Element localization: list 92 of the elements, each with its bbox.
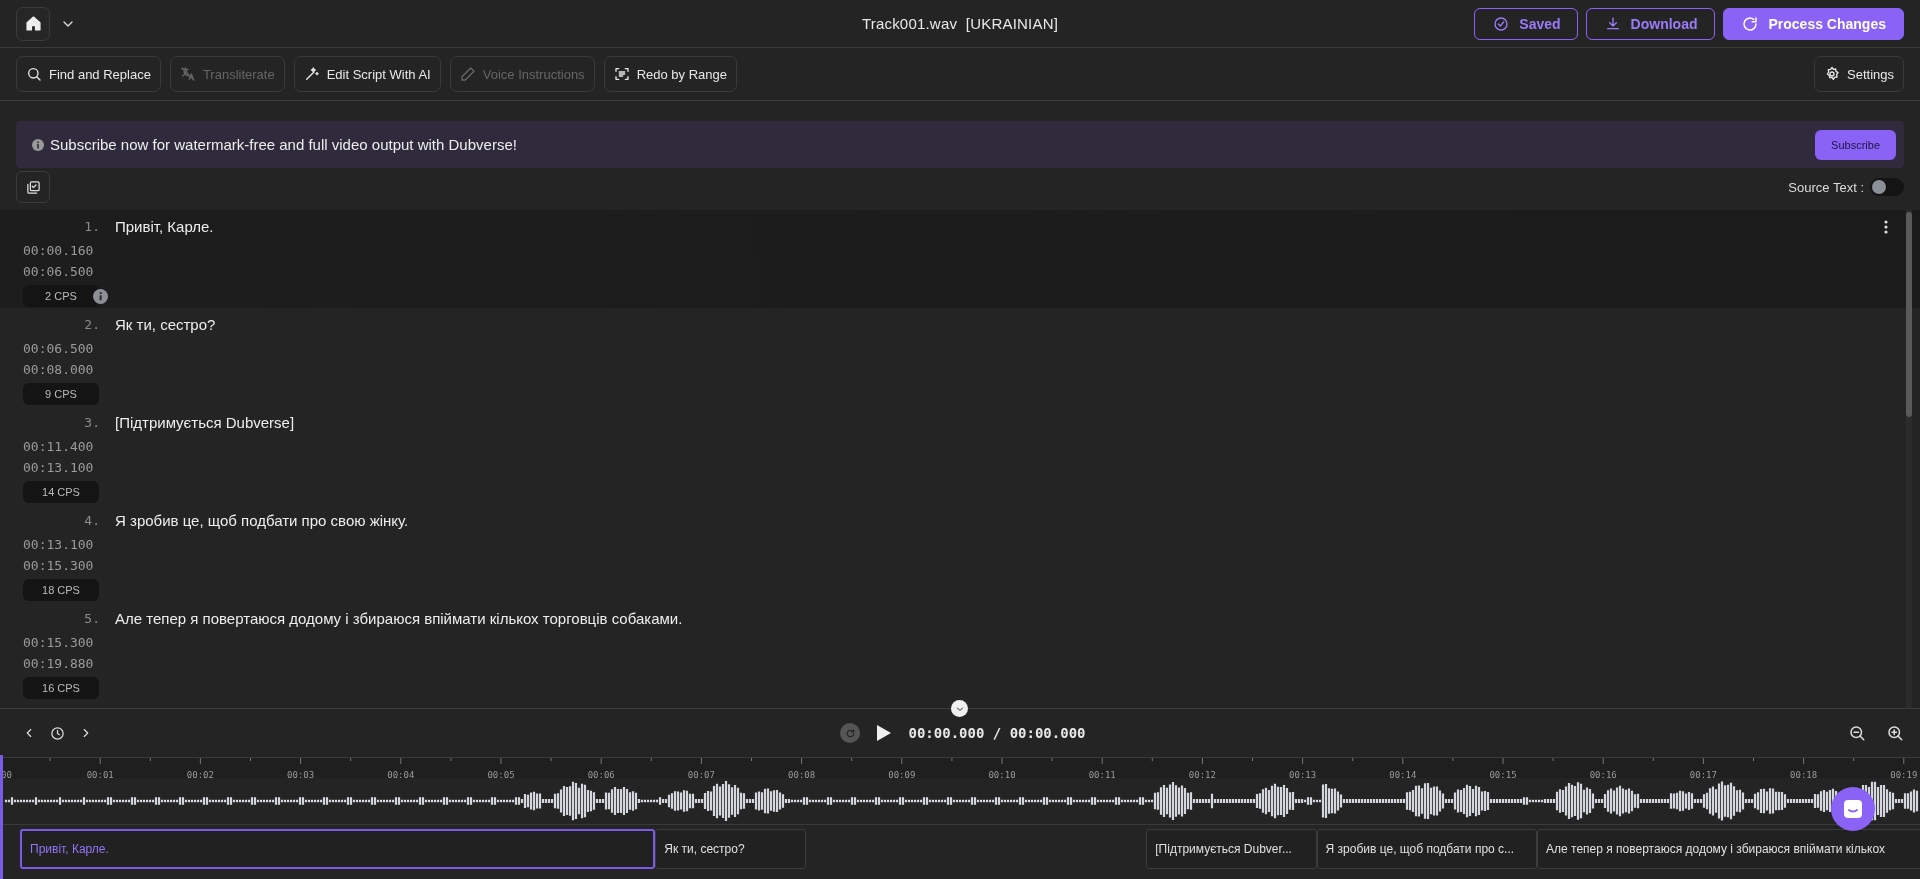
zoom-in-icon: [1886, 724, 1904, 742]
scrollbar[interactable]: [1906, 210, 1912, 708]
time-tick-label: 00:08: [788, 770, 816, 780]
time-tick-label: 00:09: [888, 770, 916, 780]
refresh-icon: [844, 726, 857, 740]
info-icon: [32, 138, 44, 151]
start-time: 00:13.100: [23, 536, 94, 554]
zoom-out-icon: [1848, 724, 1866, 742]
tool-button[interactable]: Edit Script With AI: [293, 56, 441, 92]
segment-number: 3.: [84, 414, 100, 432]
file-title: Track001.wav [UKRAINIAN]: [861, 15, 1059, 32]
cps-badge: 9 CPS: [23, 383, 99, 405]
home-button[interactable]: [16, 6, 50, 41]
info-icon: [93, 289, 108, 304]
time-tick-label: 00:14: [1389, 770, 1417, 780]
time-tick-label: 00:10: [988, 770, 1016, 780]
tool-button[interactable]: Find and Replace: [16, 56, 161, 92]
time-tick-label: 00:03: [287, 770, 315, 780]
collapse-button[interactable]: [951, 700, 968, 717]
end-time: 00:19.880: [23, 655, 94, 673]
banner-message: Subscribe now for watermark-free and full video output with Dubverse!: [50, 136, 517, 153]
tool-button[interactable]: Redo by Range: [603, 56, 737, 92]
segment-row[interactable]: 5. 00:15.300 00:19.880 16 CPS Але тепер я повертаюся додому і збираюся впіймати кількох торговців собаками.: [0, 602, 1920, 700]
pencil-icon: [459, 66, 476, 82]
cps-badge: 2 CPS: [23, 285, 99, 307]
timeline-segment[interactable]: Але тепер я повертаюся додому і збираюся впіймати кількох: [1537, 829, 1920, 869]
time-tick-label: 00:05: [487, 770, 515, 780]
subscribe-button[interactable]: Subscribe: [1815, 129, 1896, 160]
end-time: 00:06.500: [23, 263, 94, 281]
check-circle-icon: [1493, 15, 1510, 32]
segment-number: 1.: [84, 218, 100, 236]
home-icon: [24, 15, 42, 32]
settings-icon: [1824, 66, 1840, 82]
chat-icon: [1842, 798, 1864, 820]
segment-number: 5.: [84, 610, 100, 628]
time-tick-label: 00:12: [1188, 770, 1216, 780]
cps-badge: 14 CPS: [23, 481, 99, 503]
end-time: 00:13.100: [23, 459, 94, 477]
magic-wand-icon: [303, 66, 320, 82]
timeline-segment[interactable]: Я зробив це, щоб подбати про с...: [1316, 829, 1538, 869]
segment-row[interactable]: 2. 00:06.500 00:08.000 9 CPS Як ти, сестро?: [0, 308, 1920, 406]
segment-text[interactable]: Але тепер я повертаюся додому і збираюся впіймати кількох торговців собаками.: [100, 610, 1884, 700]
time-tick-label: 00:15: [1489, 770, 1517, 780]
start-time: 00:11.400: [23, 438, 94, 456]
checkbox-stack-icon: [25, 179, 41, 195]
timeline-segment[interactable]: Як ти, сестро?: [655, 829, 806, 869]
time-tick-label: 00:13: [1289, 770, 1317, 780]
more-icon[interactable]: [1884, 220, 1888, 234]
segment-row[interactable]: 3. 00:11.400 00:13.100 14 CPS [Підтримується Dubverse]: [0, 406, 1920, 504]
saved-button[interactable]: Saved: [1474, 7, 1578, 40]
start-time: 00:06.500: [23, 340, 94, 358]
playback-time: 00:00.000 / 00:00.000: [908, 725, 1086, 741]
time-tick-label: 00:19: [1890, 770, 1918, 780]
segment-number: 2.: [84, 316, 100, 334]
select-all-button[interactable]: [16, 171, 50, 203]
time-tick-label: 00:11: [1088, 770, 1116, 780]
segment-text[interactable]: [Підтримується Dubverse]: [100, 414, 1884, 504]
time-tick-label: 00:01: [86, 770, 114, 780]
time-tick-label: 00:06: [587, 770, 615, 780]
download-icon: [1604, 15, 1621, 32]
time-tick-label: 00:16: [1589, 770, 1617, 780]
time-tick-label: 00:04: [387, 770, 415, 780]
settings-button[interactable]: Settings: [1814, 56, 1904, 92]
segment-text[interactable]: Привіт, Карле.: [100, 218, 1884, 308]
segment-row[interactable]: 1. 00:00.160 00:06.500 2 CPS Привіт, Карле.: [0, 210, 1920, 308]
chat-button[interactable]: [1831, 787, 1875, 831]
segment-row[interactable]: 4. 00:13.100 00:15.300 18 CPS Я зробив це, щоб подбати про свою жінку.: [0, 504, 1920, 602]
end-time: 00:08.000: [23, 361, 94, 379]
segment-number: 4.: [84, 512, 100, 530]
start-time: 00:15.300: [23, 634, 94, 652]
source-text-toggle[interactable]: [1870, 178, 1904, 196]
end-time: 00:15.300: [23, 557, 94, 575]
timeline-segment[interactable]: [Підтримується Dubver...: [1146, 829, 1317, 869]
time-tick-label: 00:17: [1689, 770, 1717, 780]
time-tick-label: 00:02: [186, 770, 214, 780]
play-icon[interactable]: [876, 724, 893, 742]
translate-icon: [179, 66, 196, 82]
search-icon: [26, 66, 42, 82]
refresh-icon: [1740, 14, 1759, 33]
download-button[interactable]: Download: [1585, 7, 1715, 40]
start-time: 00:00.160: [23, 242, 94, 260]
clock-icon: [50, 725, 65, 741]
cps-badge: 18 CPS: [23, 579, 99, 601]
segment-text[interactable]: Я зробив це, щоб подбати про свою жінку.: [100, 512, 1884, 602]
time-tick-label: 00:07: [687, 770, 715, 780]
timeline-segment[interactable]: Привіт, Карле.: [20, 829, 656, 869]
cps-badge: 16 CPS: [23, 677, 99, 699]
time-tick-label: 00:18: [1790, 770, 1818, 780]
segment-text[interactable]: Як ти, сестро?: [100, 316, 1884, 406]
process-changes-button[interactable]: Process Changes: [1722, 7, 1904, 40]
range-icon: [613, 66, 630, 82]
source-text-label: Source Text :: [1788, 179, 1864, 195]
